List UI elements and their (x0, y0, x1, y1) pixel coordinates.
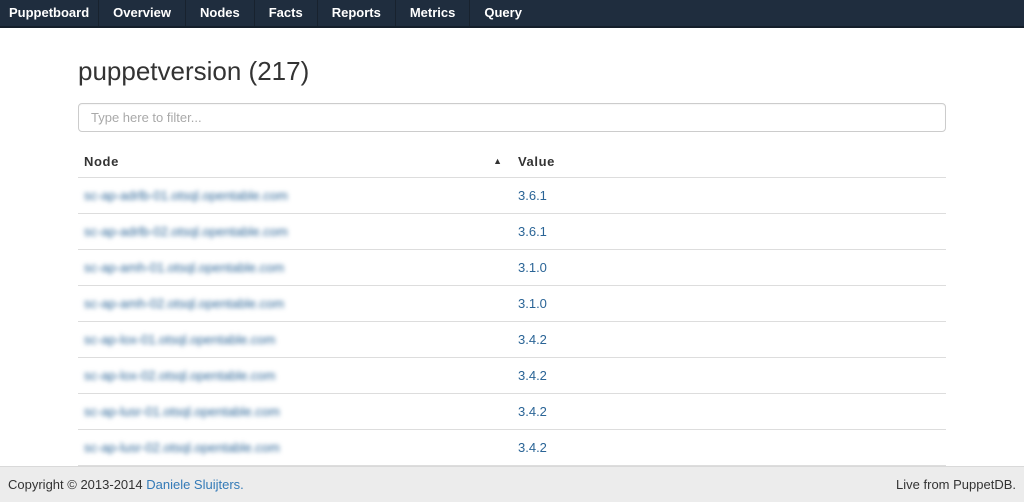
footer-copyright: Copyright © 2013-2014 Daniele Sluijters. (8, 477, 244, 492)
table-header-row: Node ▲ Value (78, 146, 946, 178)
node-link[interactable]: sc-ap-adrlb-02.otsql.opentable.com (84, 224, 288, 239)
fact-value-link[interactable]: 3.4.2 (518, 368, 547, 383)
fact-value-link[interactable]: 3.6.1 (518, 188, 547, 203)
filter-input[interactable] (78, 103, 946, 132)
footer-copyright-text: Copyright © 2013-2014 (8, 477, 146, 492)
table-body: sc-ap-adrlb-01.otsql.opentable.com3.6.1s… (78, 178, 946, 502)
navbar: Puppetboard OverviewNodesFactsReportsMet… (0, 0, 1024, 28)
value-cell: 3.1.0 (512, 250, 946, 286)
column-header-node[interactable]: Node ▲ (78, 146, 512, 178)
table-row: sc-ap-lox-02.otsql.opentable.com 3.4.2 (78, 358, 946, 394)
table-row: sc-ap-adrlb-02.otsql.opentable.com 3.6.1 (78, 214, 946, 250)
facts-table: Node ▲ Value sc-ap-adrlb-01.otsql.openta… (78, 146, 946, 502)
value-cell: 3.6.1 (512, 178, 946, 214)
table-row: sc-ap-lusr-01.otsql.opentable.com 3.4.2 (78, 394, 946, 430)
node-cell: sc-ap-lox-01.otsql.opentable.com (78, 322, 512, 358)
node-cell: sc-ap-lusr-01.otsql.opentable.com (78, 394, 512, 430)
value-cell: 3.4.2 (512, 358, 946, 394)
footer: Copyright © 2013-2014 Daniele Sluijters.… (0, 466, 1024, 502)
footer-live-status: Live from PuppetDB. (896, 477, 1016, 492)
node-link[interactable]: sc-ap-amh-02.otsql.opentable.com (84, 296, 284, 311)
node-link[interactable]: sc-ap-lox-02.otsql.opentable.com (84, 368, 276, 383)
main-content: puppetversion (217) Node ▲ Value sc-ap-a… (78, 56, 946, 502)
table-row: sc-ap-adrlb-01.otsql.opentable.com 3.6.1 (78, 178, 946, 214)
value-cell: 3.4.2 (512, 430, 946, 466)
column-header-value-label: Value (518, 154, 555, 169)
node-link[interactable]: sc-ap-amh-01.otsql.opentable.com (84, 260, 284, 275)
value-cell: 3.1.0 (512, 286, 946, 322)
navbar-menu: OverviewNodesFactsReportsMetricsQuery (98, 0, 536, 26)
value-cell: 3.6.1 (512, 214, 946, 250)
node-link[interactable]: sc-ap-lox-01.otsql.opentable.com (84, 332, 276, 347)
node-link[interactable]: sc-ap-adrlb-01.otsql.opentable.com (84, 188, 288, 203)
nav-item-query[interactable]: Query (469, 0, 536, 26)
table-row: sc-ap-amh-02.otsql.opentable.com 3.1.0 (78, 286, 946, 322)
nav-item-reports[interactable]: Reports (317, 0, 395, 26)
nav-item-facts[interactable]: Facts (254, 0, 317, 26)
page-title: puppetversion (217) (78, 56, 946, 87)
node-cell: sc-ap-adrlb-01.otsql.opentable.com (78, 178, 512, 214)
node-cell: sc-ap-lox-02.otsql.opentable.com (78, 358, 512, 394)
table-row: sc-ap-amh-01.otsql.opentable.com 3.1.0 (78, 250, 946, 286)
nav-item-metrics[interactable]: Metrics (395, 0, 470, 26)
column-header-value[interactable]: Value (512, 146, 946, 178)
nav-item-nodes[interactable]: Nodes (185, 0, 254, 26)
node-cell: sc-ap-amh-02.otsql.opentable.com (78, 286, 512, 322)
table-row: sc-ap-lox-01.otsql.opentable.com 3.4.2 (78, 322, 946, 358)
nav-item-overview[interactable]: Overview (98, 0, 185, 26)
fact-value-link[interactable]: 3.4.2 (518, 440, 547, 455)
node-link[interactable]: sc-ap-lusr-02.otsql.opentable.com (84, 440, 280, 455)
value-cell: 3.4.2 (512, 322, 946, 358)
node-cell: sc-ap-adrlb-02.otsql.opentable.com (78, 214, 512, 250)
fact-value-link[interactable]: 3.4.2 (518, 332, 547, 347)
column-header-node-label: Node (84, 154, 119, 169)
fact-value-link[interactable]: 3.1.0 (518, 296, 547, 311)
table-row: sc-ap-lusr-02.otsql.opentable.com 3.4.2 (78, 430, 946, 466)
fact-value-link[interactable]: 3.4.2 (518, 404, 547, 419)
node-cell: sc-ap-amh-01.otsql.opentable.com (78, 250, 512, 286)
fact-value-link[interactable]: 3.6.1 (518, 224, 547, 239)
node-cell: sc-ap-lusr-02.otsql.opentable.com (78, 430, 512, 466)
value-cell: 3.4.2 (512, 394, 946, 430)
navbar-brand[interactable]: Puppetboard (0, 0, 98, 26)
fact-value-link[interactable]: 3.1.0 (518, 260, 547, 275)
node-link[interactable]: sc-ap-lusr-01.otsql.opentable.com (84, 404, 280, 419)
sort-ascending-icon: ▲ (493, 156, 502, 166)
author-link[interactable]: Daniele Sluijters. (146, 477, 244, 492)
